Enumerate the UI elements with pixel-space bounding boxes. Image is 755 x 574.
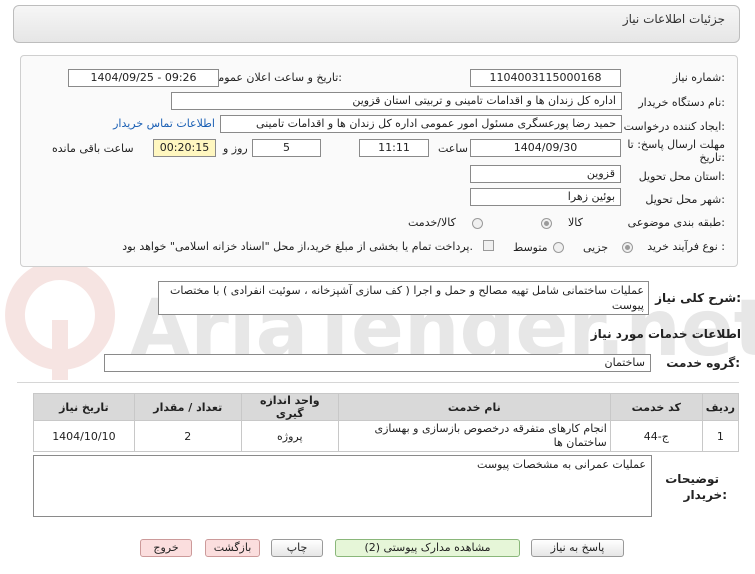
announce-field: 1404/09/25 - 09:26: [68, 69, 219, 87]
cell-name: انجام کارهای متفرقه درخصوص بازسازی و بهس…: [337, 420, 611, 452]
need-number-label: شماره نیاز:: [672, 71, 725, 84]
divider: [17, 382, 739, 383]
creator-field: حمید رضا پورعسگری مسئول امور عمومی اداره…: [220, 115, 622, 133]
need-number-field: 1104003115000168: [470, 69, 621, 87]
buyer-contact-link[interactable]: اطلاعات تماس خریدار: [113, 117, 215, 130]
cell-quantity: 2: [133, 420, 242, 452]
col-name: نام خدمت: [337, 393, 611, 421]
city-field: بوئین زهرا: [470, 188, 621, 206]
creator-label: ایجاد کننده درخواست:: [623, 120, 725, 133]
exit-button[interactable]: خروج: [140, 539, 192, 557]
days-field: 5: [252, 139, 321, 157]
reply-button[interactable]: پاسخ به نیاز: [531, 539, 624, 557]
payment-checkbox[interactable]: [483, 240, 494, 251]
category-goods-radio[interactable]: [541, 218, 552, 229]
services-title: اطلاعات خدمات مورد نیاز: [590, 327, 741, 341]
notes-label-2: خریدار:: [683, 488, 727, 502]
cell-date: 1404/10/10: [33, 420, 135, 452]
notes-textarea[interactable]: عملیات عمرانی به مشخصات پیوست: [33, 455, 652, 517]
category-goods-service-radio[interactable]: [472, 218, 483, 229]
days-label: روز و: [223, 142, 248, 155]
remaining-time-field: 00:20:15: [153, 139, 216, 157]
province-label: استان محل تحویل:: [638, 170, 725, 183]
col-unit: واحد اندازه گیری: [240, 393, 339, 421]
col-date: تاریخ نیاز: [33, 393, 135, 421]
process-minor-radio[interactable]: [622, 242, 633, 253]
city-label: شهر محل تحویل:: [645, 193, 725, 206]
page-title: جزئیات اطلاعات نیاز: [622, 12, 725, 26]
remaining-time-label: ساعت باقی مانده: [52, 142, 134, 155]
table-row: 1 ج-44 انجام کارهای متفرقه درخصوص بازساز…: [33, 420, 740, 452]
deadline-date-field: 1404/09/30: [470, 139, 621, 157]
cell-code: ج-44: [609, 420, 703, 452]
process-medium-radio[interactable]: [553, 242, 564, 253]
service-group-field: ساختمان: [104, 354, 651, 372]
province-field: قزوین: [470, 165, 621, 183]
process-option-minor: جزیی: [583, 241, 609, 254]
deadline-label: مهلت ارسال پاسخ: تا: [627, 138, 725, 151]
buyer-label: نام دستگاه خریدار:: [638, 96, 725, 109]
notes-label: توضیحات: [665, 472, 719, 486]
summary-label: شرح کلی نیاز:: [655, 291, 741, 305]
col-quantity: تعداد / مقدار: [133, 393, 242, 421]
process-option-medium: متوسط: [513, 241, 548, 254]
summary-textarea[interactable]: عملیات ساختمانی شامل تهیه مصالح و حمل و …: [158, 281, 649, 315]
cell-row: 1: [701, 420, 740, 452]
deadline-date-label: تاریخ:: [699, 151, 725, 164]
cell-unit: پروژه: [240, 420, 339, 452]
col-code: کد خدمت: [609, 393, 703, 421]
print-button[interactable]: چاپ: [271, 539, 323, 557]
deadline-time-field: 11:11: [359, 139, 429, 157]
category-label: طبقه بندی موضوعی:: [627, 216, 725, 229]
view-attachments-button[interactable]: مشاهده مدارک پیوستی (2): [335, 539, 520, 557]
payment-note: پرداخت تمام یا بخشی از مبلغ خرید،از محل …: [122, 240, 473, 253]
category-option-goods: کالا: [568, 216, 583, 229]
buyer-field: اداره کل زندان ها و اقدامات تامینی و ترب…: [171, 92, 622, 110]
services-table: ردیف کد خدمت نام خدمت واحد اندازه گیری ت…: [33, 393, 740, 452]
table-header-row: ردیف کد خدمت نام خدمت واحد اندازه گیری ت…: [33, 393, 740, 421]
back-button[interactable]: بازگشت: [205, 539, 260, 557]
deadline-time-label: ساعت: [438, 142, 468, 155]
service-group-label: گروه خدمت:: [666, 356, 740, 370]
col-row: ردیف: [701, 393, 740, 421]
process-label: نوع فرآیند خرید :: [647, 240, 725, 253]
announce-label: تاریخ و ساعت اعلان عمومی:: [209, 71, 342, 84]
category-option-goods-service: کالا/خدمت: [408, 216, 456, 229]
